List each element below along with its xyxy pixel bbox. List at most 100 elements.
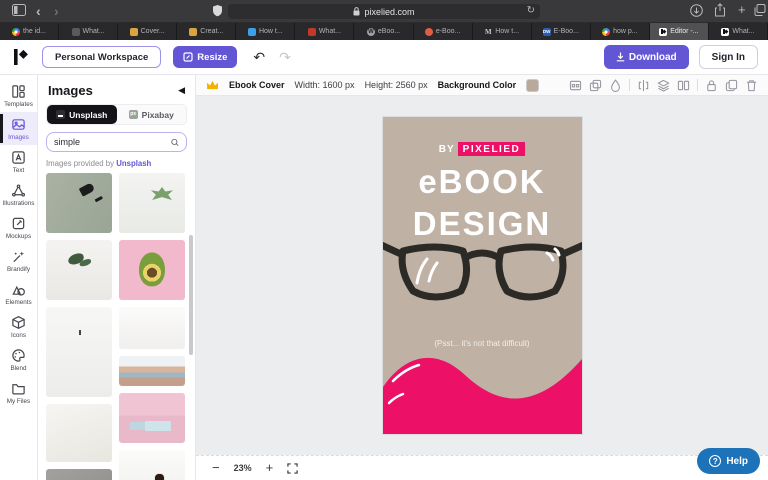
dw-favicon: DW <box>542 27 551 36</box>
sidebar-item-elements[interactable]: Elements <box>0 277 37 310</box>
personal-workspace-button[interactable]: Personal Workspace <box>42 46 162 68</box>
background-color-swatch[interactable] <box>526 78 540 92</box>
browser-tab-active[interactable]: Editor -... <box>649 23 709 40</box>
browser-tab[interactable]: M How t... <box>472 23 532 40</box>
doc-favicon <box>129 27 138 36</box>
unsplash-link[interactable]: Unsplash <box>116 159 151 168</box>
back-button[interactable]: ‹ <box>36 3 41 19</box>
collapse-panel-icon[interactable]: ◀ <box>178 85 185 96</box>
pixabay-logo-icon: px <box>128 110 138 119</box>
tab-unsplash[interactable]: Unsplash <box>47 105 117 124</box>
width-label: Width: 1600 px <box>294 80 355 90</box>
download-button[interactable]: Download <box>603 45 689 69</box>
divider <box>697 79 698 91</box>
image-thumbnail[interactable] <box>46 404 112 462</box>
image-source-tabs: Unsplash px Pixabay <box>46 104 187 125</box>
share-icon[interactable] <box>714 3 726 17</box>
browser-tab[interactable]: Creat... <box>177 23 237 40</box>
sidebar-item-templates[interactable]: Templates <box>0 79 37 112</box>
pixelied-favicon <box>721 27 730 36</box>
mirror-icon[interactable] <box>677 79 690 92</box>
browser-tab[interactable]: What... <box>295 23 355 40</box>
browser-tab[interactable]: the id... <box>0 23 60 40</box>
browser-tab[interactable]: Cover... <box>118 23 178 40</box>
image-thumbnail[interactable] <box>119 240 185 300</box>
trash-icon[interactable] <box>745 79 758 92</box>
blend-icon <box>12 349 25 362</box>
sidebar-toggle-icon[interactable] <box>12 4 26 16</box>
panel-title: Images <box>48 83 93 98</box>
forward-button[interactable]: › <box>54 3 59 19</box>
history-controls: ↶ ↷ <box>253 49 290 66</box>
fullscreen-icon[interactable] <box>287 462 298 474</box>
browser-tab[interactable]: What... <box>708 23 768 40</box>
image-grid <box>38 173 195 480</box>
image-thumbnail[interactable] <box>46 469 112 480</box>
search-input[interactable] <box>54 137 171 147</box>
browser-tab[interactable]: How t... <box>236 23 296 40</box>
browser-tab[interactable]: What... <box>59 23 119 40</box>
templates-icon <box>12 85 25 98</box>
sidebar-item-brandify[interactable]: Brandify <box>0 244 37 277</box>
site-favicon <box>424 27 433 36</box>
duplicate-icon[interactable] <box>589 79 602 92</box>
image-thumbnail[interactable] <box>46 173 112 233</box>
image-thumbnail[interactable] <box>46 240 112 300</box>
panel-scrollbar[interactable] <box>189 235 193 355</box>
redo-icon[interactable]: ↷ <box>279 49 291 66</box>
resize-button[interactable]: Resize <box>173 46 238 68</box>
pixelied-logo[interactable] <box>10 47 30 67</box>
zoom-in-button[interactable]: + <box>266 461 274 474</box>
image-thumbnail[interactable] <box>119 450 185 480</box>
sidebar-item-images[interactable]: Images <box>0 112 37 145</box>
address-bar[interactable]: pixelied.com ↻ <box>228 4 540 19</box>
image-thumbnail[interactable] <box>119 173 185 233</box>
brand-badge: PIXELIED <box>457 142 526 156</box>
brandify-icon <box>13 251 25 263</box>
new-tab-icon[interactable]: + <box>738 2 746 17</box>
workspace: Ebook Cover Width: 1600 px Height: 2560 … <box>196 75 768 480</box>
text-icon <box>12 151 25 164</box>
help-button[interactable]: ? Help <box>697 448 760 474</box>
zoom-out-button[interactable]: − <box>212 461 220 474</box>
undo-icon[interactable]: ↶ <box>253 49 265 66</box>
copy-icon[interactable] <box>725 79 738 92</box>
flip-icon[interactable] <box>637 79 650 92</box>
browser-tab[interactable]: e-Boo... <box>413 23 473 40</box>
sidebar-item-text[interactable]: Text <box>0 145 37 178</box>
tab-pixabay[interactable]: px Pixabay <box>116 105 186 124</box>
cover-byline: BY PIXELIED <box>383 142 582 156</box>
privacy-shield-icon[interactable] <box>212 4 223 17</box>
tab-overview-icon[interactable] <box>754 4 766 16</box>
divider <box>629 79 630 91</box>
canvas-area: BY PIXELIED eBOOK DESIGN (Psst... it's n… <box>196 96 768 455</box>
layers-icon[interactable] <box>657 79 670 92</box>
folder-icon <box>12 384 25 395</box>
image-thumbnail[interactable] <box>46 307 112 397</box>
image-thumbnail[interactable] <box>119 356 185 386</box>
browser-tab[interactable]: how p... <box>590 23 650 40</box>
position-icon[interactable] <box>569 79 582 92</box>
sign-in-button[interactable]: Sign In <box>698 45 758 69</box>
crown-icon <box>207 80 218 90</box>
sidebar-item-illustrations[interactable]: Illustrations <box>0 178 37 211</box>
sidebar-item-my-files[interactable]: My Files <box>0 376 37 409</box>
mockups-icon <box>12 217 25 230</box>
site-favicon <box>247 27 256 36</box>
resize-icon <box>183 52 193 62</box>
google-favicon <box>602 27 611 36</box>
image-thumbnail[interactable] <box>119 393 185 443</box>
sidebar-item-blend[interactable]: Blend <box>0 343 37 376</box>
search-icon[interactable] <box>171 137 179 148</box>
sidebar-item-mockups[interactable]: Mockups <box>0 211 37 244</box>
downloads-icon[interactable] <box>690 4 703 17</box>
browser-tab[interactable]: DW E-Boo... <box>531 23 591 40</box>
reload-icon[interactable]: ↻ <box>527 5 535 16</box>
sidebar-item-icons[interactable]: Icons <box>0 310 37 343</box>
opacity-droplet-icon[interactable] <box>609 78 622 92</box>
ebook-cover-artboard[interactable]: BY PIXELIED eBOOK DESIGN (Psst... it's n… <box>382 117 582 434</box>
browser-tab[interactable]: WeBoo... <box>354 23 414 40</box>
url-text: pixelied.com <box>364 6 415 17</box>
image-thumbnail[interactable] <box>119 307 185 349</box>
lock-icon[interactable] <box>705 79 718 92</box>
